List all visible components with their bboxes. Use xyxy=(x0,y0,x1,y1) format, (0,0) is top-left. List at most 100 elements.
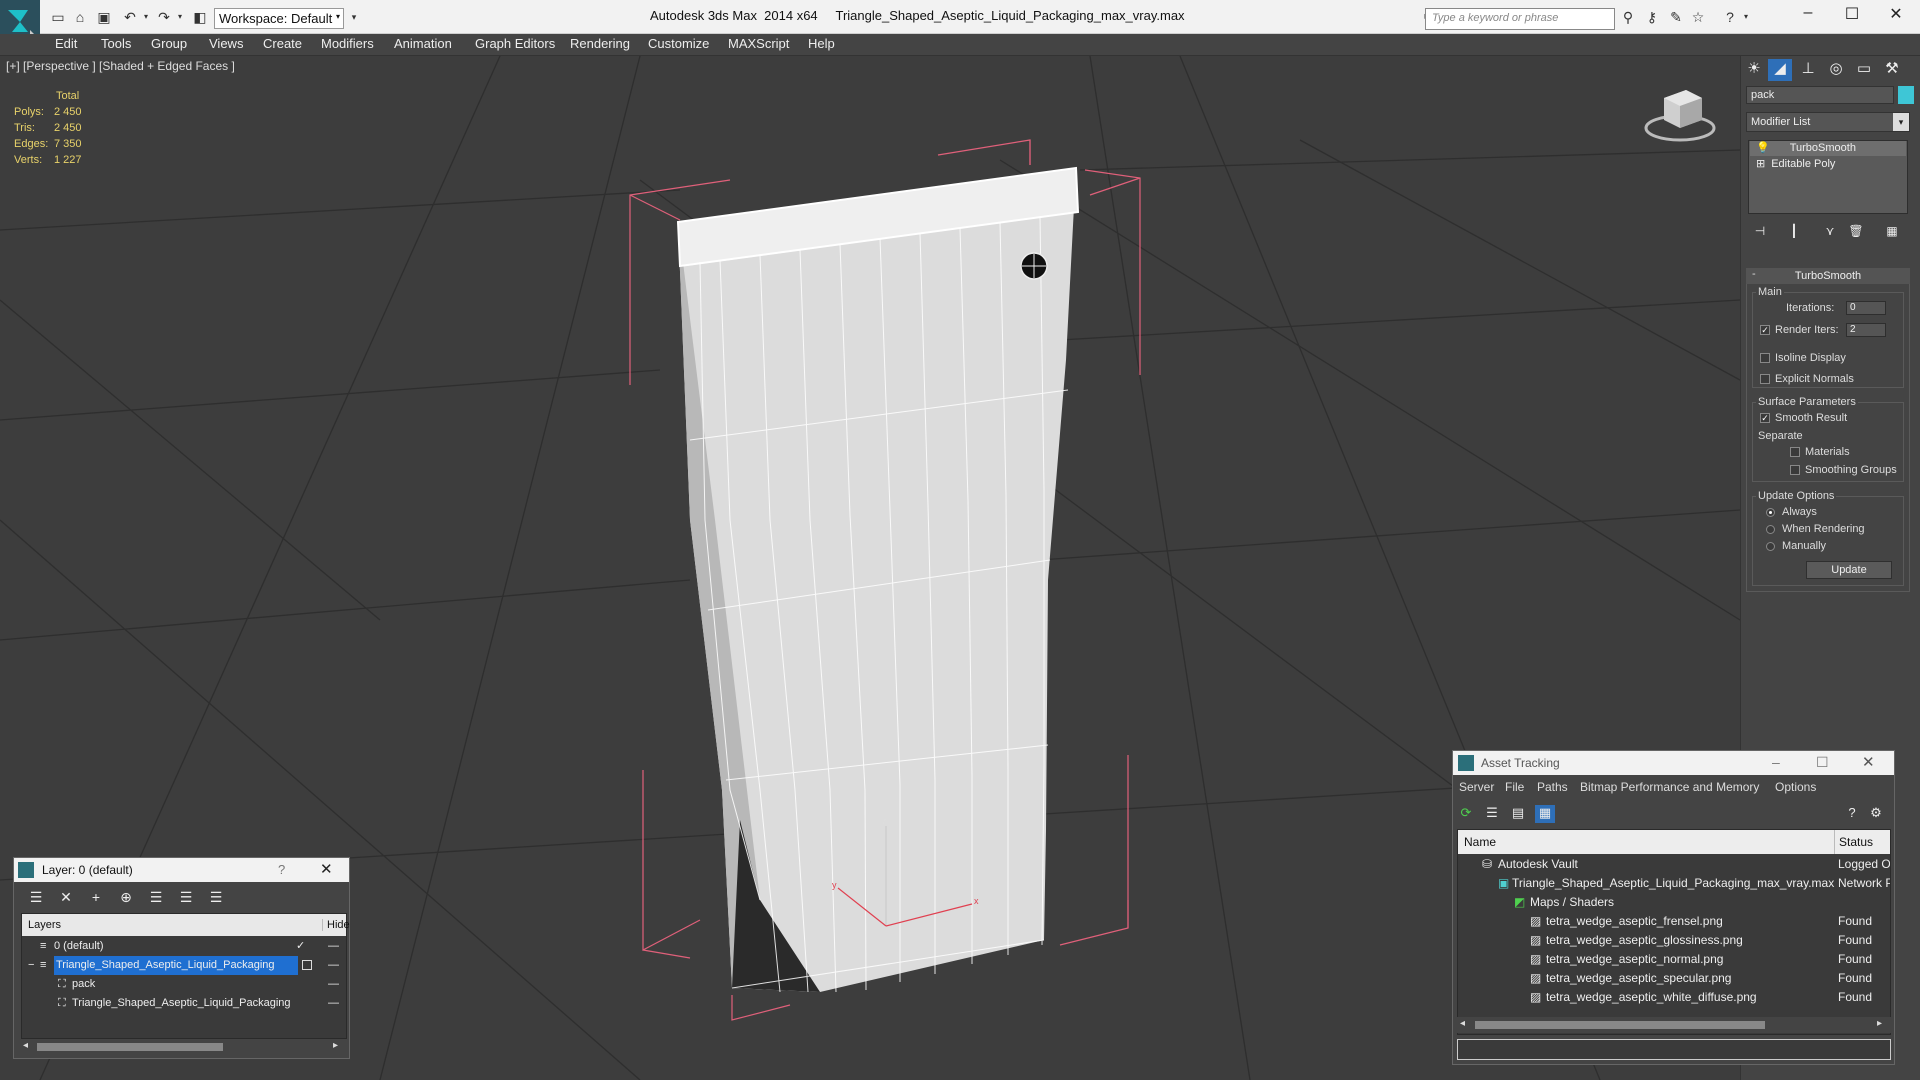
menu-help[interactable]: Help xyxy=(808,34,835,56)
create-layer-icon[interactable]: ☰ xyxy=(26,889,46,907)
communication-icon[interactable]: ✎ xyxy=(1668,9,1684,25)
close-button[interactable]: ✕ xyxy=(1876,4,1916,28)
undo-icon[interactable]: ↶ xyxy=(122,9,138,25)
add-to-layer-icon[interactable]: + xyxy=(86,889,106,907)
hide-column-header[interactable]: Hide xyxy=(322,919,350,931)
when-rendering-radio[interactable] xyxy=(1766,525,1775,534)
new-file-icon[interactable]: ▭ xyxy=(50,9,66,25)
scroll-thumb[interactable] xyxy=(37,1043,223,1051)
remove-modifier-icon[interactable]: 🗑 xyxy=(1848,224,1864,240)
name-column-header[interactable]: Name xyxy=(1464,835,1496,849)
layer-close-button[interactable]: ✕ xyxy=(320,860,333,878)
help-dropdown-icon[interactable]: ▾ xyxy=(1738,9,1754,25)
help-icon[interactable]: ? xyxy=(1722,9,1738,25)
asset-menu-bitmap-performance[interactable]: Bitmap Performance and Memory xyxy=(1580,780,1759,794)
minimize-button[interactable]: – xyxy=(1788,4,1828,28)
render-iters-spinner[interactable]: 2 xyxy=(1846,323,1886,337)
asset-row[interactable]: ⛁ Autodesk Vault Logged O xyxy=(1458,855,1890,874)
asset-path-field[interactable] xyxy=(1457,1039,1891,1060)
asset-row[interactable]: ▨ tetra_wedge_aseptic_normal.png Found xyxy=(1458,950,1890,969)
menu-group[interactable]: Group xyxy=(151,34,187,56)
lightbulb-icon[interactable]: 💡 xyxy=(1750,142,1776,154)
asset-row[interactable]: ▨ tetra_wedge_aseptic_specular.png Found xyxy=(1458,969,1890,988)
scroll-thumb[interactable] xyxy=(1475,1021,1765,1029)
create-tab-icon[interactable]: ☀ xyxy=(1742,59,1766,81)
configure-sets-icon[interactable]: ▦ xyxy=(1884,224,1900,240)
scroll-left-icon[interactable]: ◂ xyxy=(23,1040,28,1051)
thumbnail-view-icon[interactable]: ▤ xyxy=(1508,805,1528,823)
asset-horizontal-scrollbar[interactable]: ◂ ▸ xyxy=(1457,1017,1891,1033)
freeze-all-icon[interactable]: ☰ xyxy=(206,889,226,907)
asset-menu-options[interactable]: Options xyxy=(1775,780,1816,794)
viewcube[interactable] xyxy=(1644,90,1716,142)
asset-row[interactable]: ▨ tetra_wedge_aseptic_glossiness.png Fou… xyxy=(1458,931,1890,950)
asset-row[interactable]: ▨ tetra_wedge_aseptic_white_diffuse.png … xyxy=(1458,988,1890,1007)
asset-menu-server[interactable]: Server xyxy=(1459,780,1494,794)
menu-edit[interactable]: Edit xyxy=(55,34,77,56)
save-file-icon[interactable]: ▣ xyxy=(96,9,112,25)
layer-row[interactable]: ≡ 0 (default) ✓ — xyxy=(22,937,346,956)
menu-modifiers[interactable]: Modifiers xyxy=(321,34,374,56)
menu-animation[interactable]: Animation xyxy=(394,34,452,56)
quick-access-dropdown-icon[interactable]: ▾ xyxy=(346,9,362,25)
delete-layer-icon[interactable]: ✕ xyxy=(56,889,76,907)
status-column-header[interactable]: Status xyxy=(1834,830,1873,854)
layers-column-header[interactable]: Layers xyxy=(28,919,61,931)
redo-dropdown-icon[interactable]: ▾ xyxy=(172,9,188,25)
asset-menu-paths[interactable]: Paths xyxy=(1537,780,1568,794)
rollout-title[interactable]: TurboSmooth xyxy=(1746,268,1910,284)
layer-row[interactable]: ⛶ pack — xyxy=(22,975,346,994)
chevron-down-icon[interactable]: ▾ xyxy=(1893,113,1909,131)
collapse-icon[interactable]: − xyxy=(28,956,34,975)
hierarchy-tab-icon[interactable]: ⊥ xyxy=(1796,59,1820,81)
render-iters-checkbox[interactable]: ✓ xyxy=(1760,325,1770,335)
undo-dropdown-icon[interactable]: ▾ xyxy=(138,9,154,25)
explicit-normals-checkbox[interactable] xyxy=(1760,374,1770,384)
table-view-icon[interactable]: ▦ xyxy=(1535,805,1555,823)
asset-row[interactable]: ◩ Maps / Shaders xyxy=(1458,893,1890,912)
menu-maxscript[interactable]: MAXScript xyxy=(728,34,789,56)
collapse-icon[interactable]: - xyxy=(1752,268,1762,280)
display-tab-icon[interactable]: ▭ xyxy=(1852,59,1876,81)
smoothing-groups-checkbox[interactable] xyxy=(1790,465,1800,475)
refresh-icon[interactable]: ⟳ xyxy=(1456,805,1476,823)
modify-tab-icon[interactable]: ◢ xyxy=(1768,59,1792,81)
search-input[interactable]: Type a keyword or phrase xyxy=(1425,8,1615,30)
asset-settings-icon[interactable]: ⚙ xyxy=(1866,805,1886,823)
iterations-spinner[interactable]: 0 xyxy=(1846,301,1886,315)
menu-customize[interactable]: Customize xyxy=(648,34,709,56)
make-unique-icon[interactable]: ⋎ xyxy=(1822,224,1838,240)
select-objects-icon[interactable]: ⊕ xyxy=(116,889,136,907)
isoline-checkbox[interactable] xyxy=(1760,353,1770,363)
show-end-result-icon[interactable]: ┃ xyxy=(1786,224,1802,240)
menu-graph-editors[interactable]: Graph Editors xyxy=(475,34,555,56)
layer-help-button[interactable]: ? xyxy=(278,862,285,877)
workspace-select[interactable]: Workspace: Default ▾ xyxy=(214,8,344,29)
menu-create[interactable]: Create xyxy=(263,34,302,56)
utilities-tab-icon[interactable]: ⚒ xyxy=(1880,59,1904,81)
viewport-label[interactable]: [+] [Perspective ] [Shaded + Edged Faces… xyxy=(6,59,235,73)
layer-row[interactable]: − ≡ Triangle_Shaped_Aseptic_Liquid_Packa… xyxy=(22,956,346,975)
always-radio[interactable] xyxy=(1766,508,1775,517)
asset-maximize-button[interactable]: ☐ xyxy=(1816,754,1829,771)
smooth-result-checkbox[interactable]: ✓ xyxy=(1760,413,1770,423)
stack-item-turbosmooth[interactable]: 💡 TurboSmooth xyxy=(1750,141,1906,156)
expand-icon[interactable]: ⊞ xyxy=(1750,158,1771,170)
maximize-button[interactable]: ☐ xyxy=(1832,4,1872,28)
object-name-field[interactable]: pack xyxy=(1746,86,1894,104)
asset-close-button[interactable]: ✕ xyxy=(1862,753,1875,771)
layer-horizontal-scrollbar[interactable]: ◂ ▸ xyxy=(21,1040,347,1054)
object-color-swatch[interactable] xyxy=(1898,86,1914,104)
hide-toggle[interactable]: — xyxy=(328,937,339,956)
open-file-icon[interactable]: ⌂ xyxy=(72,9,88,25)
motion-tab-icon[interactable]: ◎ xyxy=(1824,59,1848,81)
checkmark-icon[interactable]: ✓ xyxy=(296,937,305,956)
asset-help-icon[interactable]: ? xyxy=(1842,805,1862,823)
asset-row[interactable]: ▣ Triangle_Shaped_Aseptic_Liquid_Packagi… xyxy=(1458,874,1890,893)
menu-tools[interactable]: Tools xyxy=(101,34,131,56)
scroll-right-icon[interactable]: ▸ xyxy=(333,1040,338,1051)
materials-checkbox[interactable] xyxy=(1790,447,1800,457)
hide-toggle[interactable]: — xyxy=(328,956,339,975)
subscription-icon[interactable]: ⚷ xyxy=(1644,9,1660,25)
scroll-left-icon[interactable]: ◂ xyxy=(1460,1018,1465,1029)
